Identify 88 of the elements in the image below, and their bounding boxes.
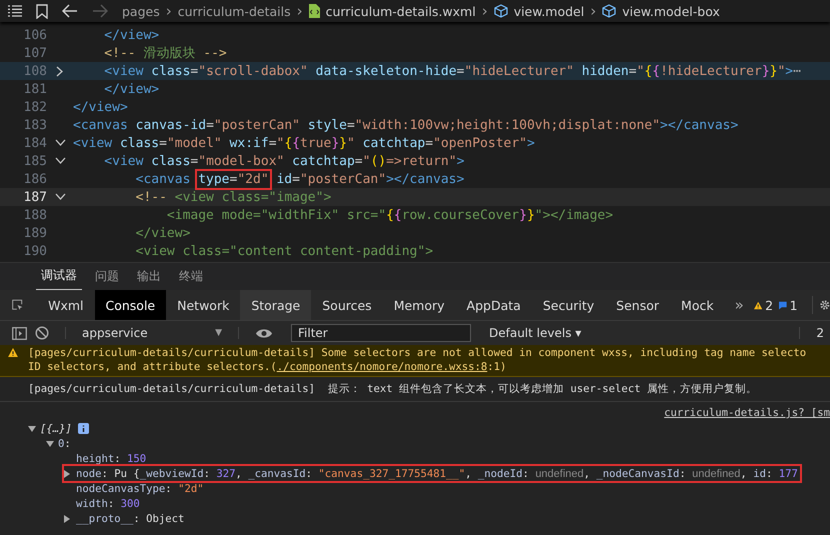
breadcrumb-item[interactable]: curriculum-details.wxml xyxy=(326,4,476,18)
tree-entry: 0: xyxy=(58,438,71,450)
more-tabs-button[interactable]: » xyxy=(724,290,754,320)
devtools-tab[interactable]: Security xyxy=(532,290,606,320)
tree-entry: __proto__: Object xyxy=(76,512,184,524)
line-number: 107 xyxy=(22,46,47,60)
code-line: </view> xyxy=(103,28,160,42)
settings-icon[interactable] xyxy=(820,298,830,312)
chevron-separator: › xyxy=(296,2,303,20)
code-line: <view class="model" wx:if="{{true}}" catchtap="openPoster"> xyxy=(73,136,535,150)
message-icon xyxy=(779,300,787,310)
devtools-tab[interactable]: Network xyxy=(166,290,240,320)
warning-icon xyxy=(754,300,762,310)
code-line: </view> xyxy=(73,100,128,114)
bookmark-icon[interactable] xyxy=(36,4,48,18)
chevron-right-icon[interactable] xyxy=(56,66,64,76)
breadcrumb-item[interactable]: view.model xyxy=(514,4,584,18)
chevron-down-icon[interactable] xyxy=(54,139,66,147)
line-number: 187 xyxy=(22,190,47,204)
back-arrow-icon[interactable] xyxy=(62,4,78,18)
chevron-down-icon[interactable] xyxy=(54,157,66,165)
source-link[interactable]: curriculum-details.js? [sm xyxy=(664,407,830,419)
chevron-down-icon[interactable] xyxy=(54,193,66,201)
tree-entry: width: 300 xyxy=(76,498,140,510)
line-number: 181 xyxy=(22,82,47,96)
tree-entry: node: Pu {_webviewId: 327, _canvasId: "canvas_327_17755481__", _nodeId: undefined, _nodeCanvasId: undefined, id: 177 xyxy=(76,468,798,480)
collapsed-triangle-icon[interactable] xyxy=(64,514,70,522)
cube-icon xyxy=(494,4,508,18)
line-number: 188 xyxy=(22,208,47,222)
console-message: [pages/curriculum-details/curriculum-details] 提示： text 组件包含了长文本，可以考虑增加 user-select 属性，方便用户复制。 xyxy=(0,377,830,402)
devtools-tab[interactable]: Sources xyxy=(311,290,383,320)
line-number: 106 xyxy=(22,28,47,42)
log-levels-dropdown[interactable]: Default levels ▾ xyxy=(483,325,588,341)
warning-count: 2 xyxy=(765,298,774,312)
warning-text: ID selectors, and attribute selectors.(./components/nomore/nomore.wxss:8:1) xyxy=(28,360,508,374)
chevron-separator: › xyxy=(482,2,488,20)
tree-entry: [{…}] xyxy=(40,422,72,434)
panel-tab[interactable]: 终端 xyxy=(174,263,208,290)
code-line: <canvas type="2d" id="posterCan"></canvas> xyxy=(73,172,464,186)
line-number: 108 xyxy=(22,64,47,78)
sidebar-toggle-icon[interactable] xyxy=(12,326,27,340)
line-number: 182 xyxy=(22,100,47,114)
file-icon xyxy=(308,4,320,18)
breadcrumb-item[interactable]: pages xyxy=(122,4,160,18)
line-number: 189 xyxy=(22,226,47,240)
chevron-separator: › xyxy=(166,2,172,20)
code-line: <!-- <view class="image"> xyxy=(134,190,332,204)
code-line: <!-- 滑动版块 --> xyxy=(103,45,227,62)
line-number: 184 xyxy=(22,136,47,150)
chevron-separator: › xyxy=(590,2,596,20)
cube-icon xyxy=(602,4,616,18)
context-dropdown[interactable]: appservice ▼ xyxy=(82,326,222,340)
collapsed-triangle-icon[interactable] xyxy=(64,470,70,478)
panel-tab[interactable]: 问题 xyxy=(90,263,124,290)
expanded-triangle-icon[interactable] xyxy=(46,440,54,446)
line-number: 186 xyxy=(22,172,47,186)
devtools-tab[interactable]: Mock xyxy=(670,290,725,320)
line-number: 190 xyxy=(22,244,47,258)
file-link[interactable]: ./components/nomore/nomore.wxss:8 xyxy=(276,361,488,373)
devtools-tab[interactable]: Wxml xyxy=(37,290,94,320)
code-line: <image mode="widthFix" src="{{row.courseCover}}"></image> xyxy=(166,208,614,222)
breadcrumb-item[interactable]: curriculum-details xyxy=(178,4,291,18)
line-number: 183 xyxy=(22,118,47,132)
warning-text: [pages/curriculum-details/curriculum-details] Some selectors are not allowed in component wxss, including tag name selecto xyxy=(28,346,806,360)
tree-entry: nodeCanvasType: "2d" xyxy=(76,482,204,494)
devtools-tab[interactable]: AppData xyxy=(456,290,532,320)
code-line: <canvas canvas-id="posterCan" style="width:100vw;height:100vh;displat:none"></canvas> xyxy=(73,118,738,132)
eye-icon[interactable] xyxy=(255,328,273,338)
issue-count: 2 xyxy=(816,326,824,340)
breadcrumb-item[interactable]: view.model-box xyxy=(622,4,720,18)
code-line: <view class="scroll-dabox" data-skeleton-hide="hideLecturer" hidden="{{!hideLecturer}}">⋯ xyxy=(103,64,801,78)
list-icon[interactable] xyxy=(8,5,22,17)
clear-console-icon[interactable] xyxy=(35,326,49,340)
code-line: </view> xyxy=(103,82,160,96)
line-number: 185 xyxy=(22,154,47,168)
code-line: <view class="model-box" catchtap="()=>return"> xyxy=(103,154,464,168)
code-line: </view> xyxy=(134,226,190,240)
devtools-tab[interactable]: Storage xyxy=(240,290,312,320)
message-count: 1 xyxy=(790,298,798,312)
code-line: <view class="content content-padding"> xyxy=(134,244,434,258)
panel-tab[interactable]: 输出 xyxy=(132,263,166,290)
devtools-tab[interactable]: Sensor xyxy=(605,290,670,320)
tree-entry: height: 150 xyxy=(76,452,146,464)
expanded-triangle-icon[interactable] xyxy=(28,426,36,432)
devtools-tab[interactable]: Console xyxy=(94,290,166,320)
devtools-tab[interactable]: Memory xyxy=(382,290,456,320)
filter-field[interactable]: Filter xyxy=(291,324,471,342)
warning-icon xyxy=(8,348,18,357)
